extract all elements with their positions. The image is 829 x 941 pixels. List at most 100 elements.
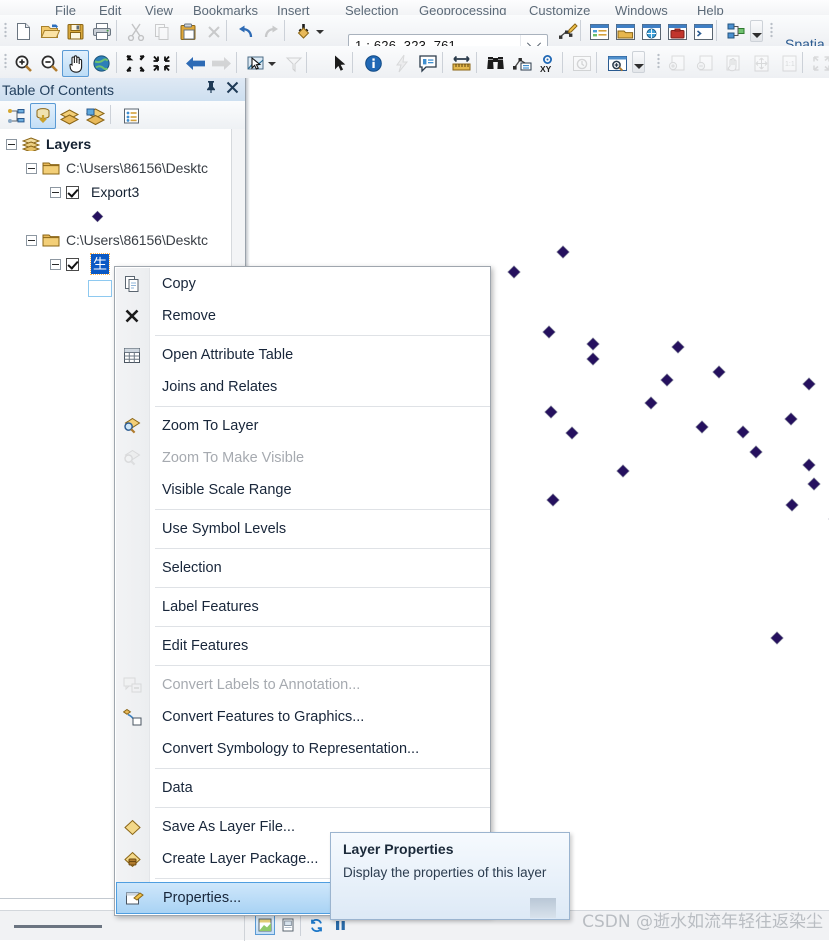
modelbuilder-button[interactable] (722, 18, 749, 45)
context-menu-item-edit-features[interactable]: Edit Features (115, 630, 490, 662)
save-map-button[interactable] (62, 18, 89, 45)
select-elements-button[interactable] (326, 50, 353, 77)
expander-icon[interactable] (6, 138, 17, 150)
map-point-feature[interactable] (661, 374, 673, 386)
editor-toolbar-button[interactable] (554, 18, 581, 45)
hyperlink-button[interactable] (388, 50, 415, 77)
map-point-feature[interactable] (737, 426, 749, 438)
map-point-feature[interactable] (566, 427, 578, 439)
toc-symbol-export3[interactable] (92, 205, 103, 227)
map-point-feature[interactable] (617, 465, 629, 477)
map-point-feature[interactable] (713, 366, 725, 378)
new-map-button[interactable] (10, 18, 37, 45)
go-forward-extent-button[interactable] (208, 50, 235, 77)
toc-toolbar[interactable] (0, 101, 245, 130)
create-viewer-window-button[interactable] (604, 50, 631, 77)
map-point-feature[interactable] (803, 378, 815, 390)
layer-visibility-checkbox[interactable] (66, 185, 79, 199)
undo-button[interactable] (232, 18, 259, 45)
map-point-feature[interactable] (696, 421, 708, 433)
context-menu-item-use-symbol-levels[interactable]: Use Symbol Levels (115, 513, 490, 545)
close-x-icon[interactable] (226, 81, 239, 97)
page-fixed-scale-button[interactable]: 1:1 (776, 50, 803, 77)
context-menu-item-convert-symbology-to-representation[interactable]: Convert Symbology to Representation... (115, 733, 490, 765)
map-point-feature[interactable] (543, 326, 555, 338)
fixed-zoom-in-button[interactable] (122, 50, 149, 77)
toolbar-grip[interactable] (770, 22, 773, 39)
toolbar-overflow-button[interactable] (750, 20, 763, 42)
copy-button[interactable] (148, 18, 175, 45)
toc-tab-list-by-source[interactable] (30, 103, 56, 129)
fixed-zoom-out-button[interactable] (148, 50, 175, 77)
zoom-in-button[interactable] (10, 50, 37, 77)
toc-tab-list-by-drawing-order[interactable] (4, 103, 30, 129)
map-point-feature[interactable] (547, 494, 559, 506)
expander-icon[interactable] (26, 162, 37, 174)
map-point-feature[interactable] (803, 459, 815, 471)
page-full-extent-button[interactable] (748, 50, 775, 77)
map-point-feature[interactable] (557, 246, 569, 258)
expander-icon[interactable] (50, 258, 61, 270)
map-point-feature[interactable] (645, 397, 657, 409)
python-window-button[interactable] (690, 18, 717, 45)
map-point-feature[interactable] (545, 406, 557, 418)
layout-view-toggle-button[interactable] (278, 915, 298, 935)
diamond-point-symbol[interactable] (92, 211, 103, 221)
map-point-feature[interactable] (587, 353, 599, 365)
toc-symbol-selected-layer[interactable] (88, 277, 112, 299)
toc-node-layers[interactable]: Layers (6, 133, 91, 155)
map-point-feature[interactable] (808, 478, 820, 490)
standard-toolbar[interactable]: 1 : 626, 323, 761 (0, 15, 829, 57)
time-slider-button[interactable] (568, 50, 595, 77)
measure-button[interactable] (448, 50, 475, 77)
map-point-feature[interactable] (786, 499, 798, 511)
layer-visibility-checkbox[interactable] (66, 257, 79, 271)
context-menu-item-zoom-to-layer[interactable]: Zoom To Layer (115, 410, 490, 442)
page-pan-button[interactable] (720, 50, 747, 77)
map-point-feature[interactable] (508, 266, 520, 278)
context-menu-item-remove[interactable]: Remove (115, 300, 490, 332)
html-popup-button[interactable] (414, 50, 441, 77)
go-back-extent-button[interactable] (182, 50, 209, 77)
map-point-feature[interactable] (750, 446, 762, 458)
white-square-symbol[interactable] (88, 279, 112, 297)
toc-vertical-scrollbar[interactable] (231, 129, 245, 289)
cut-button[interactable] (122, 18, 149, 45)
redo-button[interactable] (258, 18, 285, 45)
pan-button[interactable] (62, 50, 89, 77)
catalog-window-button[interactable] (612, 18, 639, 45)
refresh-view-button[interactable] (306, 915, 326, 935)
go-to-xy-button[interactable]: XY (534, 50, 561, 77)
zoom-out-button[interactable] (36, 50, 63, 77)
identify-button[interactable] (360, 50, 387, 77)
context-menu-item-open-attribute-table[interactable]: Open Attribute Table (115, 339, 490, 371)
toc-node-layer-selected[interactable]: 生 (50, 253, 110, 275)
page-zoom-out-button[interactable] (692, 50, 719, 77)
toolbar-overflow-button[interactable] (632, 51, 645, 73)
toc-node-workspace-2[interactable]: C:\Users\86156\Desktc (26, 229, 208, 251)
pushpin-icon[interactable] (205, 80, 217, 97)
page-toggle-draft-button[interactable] (808, 50, 829, 77)
context-menu-item-joins-and-relates[interactable]: Joins and Relates (115, 371, 490, 403)
map-point-feature[interactable] (771, 632, 783, 644)
select-features-dropdown[interactable] (265, 50, 279, 77)
context-menu-item-selection[interactable]: Selection (115, 552, 490, 584)
page-zoom-in-button[interactable] (664, 50, 691, 77)
menu-item-help[interactable]: Help (650, 0, 724, 16)
open-map-button[interactable] (36, 18, 63, 45)
map-point-feature[interactable] (785, 413, 797, 425)
context-menu-item-data[interactable]: Data (115, 772, 490, 804)
layer-context-menu[interactable]: Copy Remove Open Attribute Table Joins and … (114, 266, 491, 916)
paste-button[interactable] (174, 18, 201, 45)
toc-node-layer-export3[interactable]: Export3 (50, 181, 139, 203)
toc-window-button[interactable] (586, 18, 613, 45)
data-view-toggle-button[interactable] (255, 915, 275, 935)
context-menu-item-zoom-to-make-visible[interactable]: Zoom To Make Visible (115, 442, 490, 474)
clear-selection-button[interactable] (280, 50, 307, 77)
toc-options-button[interactable] (118, 103, 144, 129)
map-point-feature[interactable] (587, 338, 599, 350)
toolbar-grip[interactable] (4, 53, 7, 70)
search-window-button[interactable] (638, 18, 665, 45)
toc-tab-list-by-selection[interactable] (82, 103, 108, 129)
toc-node-workspace-1[interactable]: C:\Users\86156\Desktc (26, 157, 208, 179)
